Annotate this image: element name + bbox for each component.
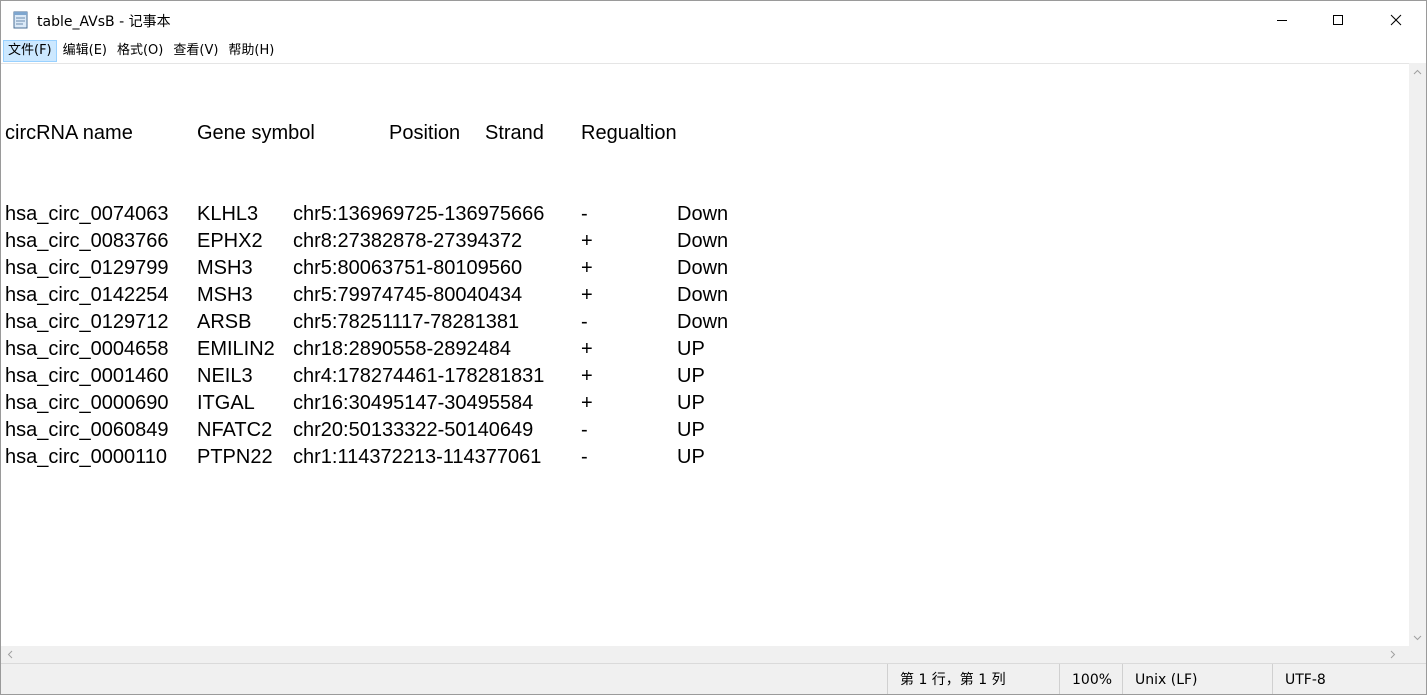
document-text[interactable]: circRNA name Gene symbol Position Strand…: [5, 66, 728, 525]
cell-circrna-name: hsa_circ_0129712: [5, 311, 169, 333]
header-position: Position: [389, 122, 461, 144]
cell-circrna-name: hsa_circ_0142254: [5, 284, 169, 306]
header-strand: Strand: [485, 122, 544, 144]
vertical-scrollbar[interactable]: [1409, 63, 1426, 646]
scroll-corner: [1409, 646, 1426, 663]
cell-gene-symbol: NEIL3: [197, 365, 253, 387]
cell-gene-symbol: MSH3: [197, 284, 253, 306]
menu-format[interactable]: 格式(O): [113, 40, 167, 62]
encoding: UTF-8: [1272, 664, 1425, 694]
cursor-position: 第 1 行，第 1 列: [887, 664, 1060, 694]
minimize-button[interactable]: [1259, 1, 1305, 38]
data-line: hsa_circ_0074063 KLHL3 chr5:136969725-1369…: [5, 201, 728, 228]
cell-regulation: UP: [677, 446, 705, 468]
cell-regulation: Down: [677, 257, 729, 279]
cell-regulation: UP: [677, 365, 705, 387]
cell-gene-symbol: MSH3: [197, 257, 253, 279]
horizontal-scrollbar[interactable]: [1, 646, 1409, 663]
cell-position: chr5:79974745-80040434: [293, 284, 523, 306]
cell-gene-symbol: NFATC2: [197, 419, 273, 441]
cell-regulation: Down: [677, 311, 729, 333]
title-bar: table_AVsB - 记事本: [1, 1, 1426, 38]
scroll-up-icon[interactable]: [1409, 63, 1426, 80]
cell-circrna-name: hsa_circ_0001460: [5, 365, 169, 387]
scroll-right-icon[interactable]: [1384, 646, 1401, 663]
cell-position: chr16:30495147-30495584: [293, 392, 534, 414]
menu-bar: 文件(F) 编辑(E) 格式(O) 查看(V) 帮助(H): [1, 38, 1426, 63]
cell-regulation: UP: [677, 392, 705, 414]
cell-gene-symbol: EPHX2: [197, 230, 263, 252]
cell-position: chr20:50133322-50140649: [293, 419, 534, 441]
cell-regulation: UP: [677, 419, 705, 441]
data-line: hsa_circ_0142254 MSH3 chr5:79974745-800404…: [5, 282, 728, 309]
data-line: hsa_circ_0000110 PTPN22 chr1:114372213-114…: [5, 444, 705, 471]
data-line: hsa_circ_0004658 EMILIN2 chr18:2890558-289…: [5, 336, 705, 363]
status-bar: 第 1 行，第 1 列 100% Unix (LF) UTF-8: [1, 663, 1426, 694]
menu-file[interactable]: 文件(F): [3, 39, 57, 62]
window-title: table_AVsB - 记事本: [37, 14, 171, 30]
data-line: hsa_circ_0129799 MSH3 chr5:80063751-801095…: [5, 255, 728, 282]
cell-gene-symbol: KLHL3: [197, 203, 259, 225]
cell-gene-symbol: PTPN22: [197, 446, 273, 468]
menu-help[interactable]: 帮助(H): [224, 40, 278, 62]
cell-position: chr18:2890558-2892484: [293, 338, 511, 360]
cell-position: chr1:114372213-114377061: [293, 446, 542, 468]
cell-circrna-name: hsa_circ_0004658: [5, 338, 169, 360]
cell-circrna-name: hsa_circ_0129799: [5, 257, 169, 279]
data-line: hsa_circ_0060849 NFATC2 chr20:50133322-501…: [5, 417, 705, 444]
cell-strand: -: [581, 446, 588, 468]
cell-position: chr4:178274461-178281831: [293, 365, 545, 387]
cell-regulation: Down: [677, 203, 729, 225]
close-button[interactable]: [1373, 1, 1419, 38]
scroll-left-icon[interactable]: [1, 646, 18, 663]
cell-gene-symbol: EMILIN2: [197, 338, 275, 360]
cell-strand: +: [581, 365, 593, 387]
cell-regulation: UP: [677, 338, 705, 360]
cell-strand: +: [581, 230, 593, 252]
cell-regulation: Down: [677, 284, 729, 306]
cell-position: chr8:27382878-27394372: [293, 230, 523, 252]
cell-position: chr5:78251117-78281381: [293, 311, 520, 333]
cell-strand: -: [581, 203, 588, 225]
cell-circrna-name: hsa_circ_0074063: [5, 203, 169, 225]
minimize-icon: [1277, 19, 1287, 21]
notepad-window: table_AVsB - 记事本 文件(F) 编辑(E) 格式(O) 查看(V)…: [0, 0, 1427, 695]
cell-strand: +: [581, 392, 593, 414]
menu-edit[interactable]: 编辑(E): [59, 40, 111, 62]
cell-regulation: Down: [677, 230, 729, 252]
header-gene-symbol: Gene symbol: [197, 122, 315, 144]
cell-strand: +: [581, 257, 593, 279]
notepad-icon: [13, 10, 29, 29]
cell-strand: +: [581, 338, 593, 360]
header-line: circRNA name Gene symbol Position Strand…: [5, 120, 677, 147]
cell-gene-symbol: ITGAL: [197, 392, 255, 414]
menu-view[interactable]: 查看(V): [169, 40, 222, 62]
cell-strand: -: [581, 311, 588, 333]
cell-strand: +: [581, 284, 593, 306]
header-circrna-name: circRNA name: [5, 122, 133, 144]
cell-circrna-name: hsa_circ_0083766: [5, 230, 169, 252]
header-regulation: Regualtion: [581, 122, 677, 144]
cell-gene-symbol: ARSB: [197, 311, 252, 333]
cell-circrna-name: hsa_circ_0000110: [5, 446, 167, 468]
cell-circrna-name: hsa_circ_0000690: [5, 392, 169, 414]
cell-strand: -: [581, 419, 588, 441]
cell-position: chr5:136969725-136975666: [293, 203, 545, 225]
maximize-icon: [1333, 14, 1343, 25]
scroll-down-icon[interactable]: [1409, 629, 1426, 646]
text-editor[interactable]: circRNA name Gene symbol Position Strand…: [1, 63, 1409, 647]
cell-position: chr5:80063751-80109560: [293, 257, 523, 279]
maximize-button[interactable]: [1315, 1, 1361, 38]
data-line: hsa_circ_0083766 EPHX2 chr8:27382878-27394…: [5, 228, 728, 255]
data-line: hsa_circ_0129712 ARSB chr5:78251117-782813…: [5, 309, 728, 336]
zoom-level: 100%: [1059, 664, 1124, 694]
data-line: hsa_circ_0000690 ITGAL chr16:30495147-3049…: [5, 390, 705, 417]
cell-circrna-name: hsa_circ_0060849: [5, 419, 169, 441]
line-ending: Unix (LF): [1122, 664, 1273, 694]
close-icon: [1390, 14, 1402, 25]
data-line: hsa_circ_0001460 NEIL3 chr4:178274461-1782…: [5, 363, 705, 390]
